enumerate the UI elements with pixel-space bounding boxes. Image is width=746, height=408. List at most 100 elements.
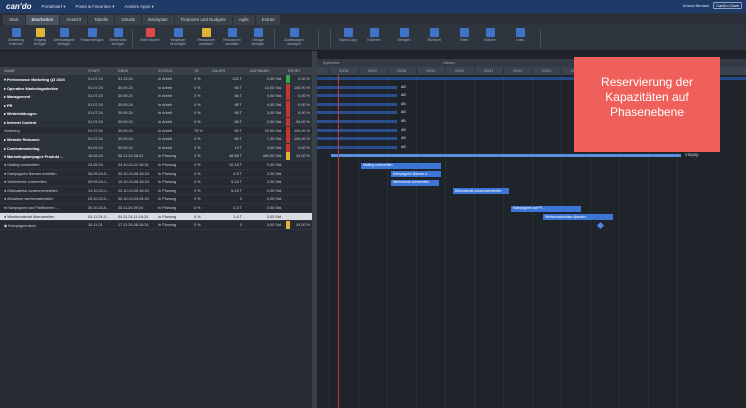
table-row[interactable]: ● Abnahme werbematerialien 29.10.24-2... 3… <box>0 195 312 204</box>
tab-start[interactable]: Start <box>3 15 25 25</box>
toolbar-button-3[interactable]: Phase einfügen <box>80 28 104 43</box>
toolbar-button-7[interactable]: Ressourcen zuweisen <box>194 28 218 46</box>
tab-bearbeiten[interactable]: Bearbeiten <box>25 15 60 25</box>
table-row[interactable]: ▸ Internet Content 01.07.24 30.09.24 In Arb… <box>0 118 312 127</box>
cell-name: ▸ Operative Marketingarbeiten <box>4 86 59 91</box>
summary-bar[interactable] <box>317 145 397 149</box>
toolbar-button-0[interactable]: Gliederung entfernen <box>4 28 28 46</box>
toolbar-button-1[interactable]: Vorgang einfügen <box>28 28 52 46</box>
cell-name: ▸ Weiterbildungen <box>4 112 37 117</box>
toolbar-button-13[interactable]: Einfügen <box>392 28 416 43</box>
toolbar-button-10[interactable]: Zuweisungen anzeigen <box>282 28 306 46</box>
table-row[interactable]: ● Werbematerial überarbeiten 04.11.24-0..… <box>0 212 312 222</box>
table-row[interactable]: ▾ Marketingkampagne Produkt ... 16.08.24 0… <box>0 152 312 161</box>
cell-status: In Planung <box>158 180 177 185</box>
summary-bar[interactable] <box>317 111 397 115</box>
toolbar-button-6[interactable]: Vorgänger hinzufügen <box>166 28 190 46</box>
table-row[interactable]: ● Bildmaterial zusammenstellen 14.10.24-1… <box>0 187 312 196</box>
summary-bar[interactable] <box>317 137 397 141</box>
cell-status: In Arbeit <box>158 120 172 124</box>
tab-details[interactable]: Details <box>115 15 142 25</box>
column-header-aufwand[interactable]: AUFWAND <box>250 69 269 73</box>
task-bar[interactable]: Werbematerialien überarb... <box>543 214 613 221</box>
user-name[interactable]: Ariana Bentani <box>683 3 709 8</box>
task-bar[interactable]: Werbetexte vorbereiten <box>391 179 439 186</box>
cell-effort: 0,00 Std. <box>266 206 282 210</box>
bar-label-ab: AB <box>401 93 406 98</box>
column-header-reset[interactable]: RESET <box>288 69 301 73</box>
cell-te: 0 % <box>194 163 201 167</box>
cell-dur: 4-5 T <box>233 171 242 176</box>
toolbar-button-17[interactable]: Links <box>508 28 532 43</box>
table-row[interactable]: ▸ Website Relaunch 01.07.24 30.09.24 In Arb… <box>0 135 312 144</box>
cell-dur: 66 T <box>234 111 242 116</box>
table-row[interactable]: Nurturing 01.07.24 30.09.24 In Arbeit 75 % 66… <box>0 126 312 136</box>
toolbar-button-8[interactable]: Ressourcen verwalten <box>220 28 244 46</box>
table-row[interactable]: ▸ Weiterbildungen 01.07.24 30.09.24 In Arbe… <box>0 109 312 118</box>
cell-start: 01.07.24 <box>88 137 103 142</box>
cell-effort: 0,00 Std. <box>266 188 282 193</box>
toolbar-button-16[interactable]: Notizen <box>478 28 502 43</box>
nav-portalstart[interactable]: Portalstart ▾ <box>41 4 65 10</box>
table-row[interactable]: ● Kampagnen auf Plattformen ... 30.10.24-… <box>0 204 312 213</box>
table-row[interactable]: ● Werbetexte vorbereiten 09.09.24-1... 19.… <box>0 178 312 187</box>
toolbar-button-12[interactable]: Kopieren <box>362 28 386 43</box>
column-header-name[interactable]: NAME <box>4 69 15 73</box>
table-row[interactable]: ▸ Contentmarketing 04.09.24 30.09.24 In Arb… <box>0 143 312 153</box>
cell-effort: 0,00 Std. <box>266 197 282 202</box>
tab-extras[interactable]: Extras <box>255 15 281 25</box>
toolbar-button-5[interactable]: Zeile löschen <box>138 28 162 43</box>
month-label: Oktober <box>443 61 456 65</box>
cell-pct: 24,00 % <box>296 154 310 159</box>
table-row[interactable]: ▸ PR 01.07.24 30.09.24 In Arbeit 0 % 66 T 4,00… <box>0 100 312 110</box>
column-header-dauer[interactable]: DAUER <box>212 69 225 73</box>
summary-bar[interactable] <box>317 102 397 106</box>
gantt-gridline <box>503 67 504 408</box>
toolbar-button-11[interactable]: Super-Copy <box>336 28 360 43</box>
tab-agile[interactable]: Agile <box>232 15 255 25</box>
task-bar[interactable]: Kampagnen Banner e... <box>391 171 441 178</box>
cell-end: 30.09.24 <box>118 85 133 90</box>
summary-bar[interactable] <box>317 85 397 89</box>
cell-te: 0 % <box>194 111 201 116</box>
column-header-start[interactable]: START <box>88 69 100 73</box>
task-bar[interactable]: Kampagnen auf Pl... <box>511 205 581 212</box>
table-row[interactable]: ● Kampagnen Banner erstellen 06.09.24-0..… <box>0 170 312 179</box>
table-row[interactable]: ▸ Operative Marketingarbeiten 01.07.24 30.… <box>0 83 312 93</box>
toolbar-button-4[interactable]: Meilenstein einfügen <box>106 28 130 46</box>
cell-end: 30.09.24 <box>118 137 133 142</box>
toolbar-button-14[interactable]: Stichwort <box>422 28 446 43</box>
tab-finanzen-und-budgets[interactable]: Finanzen und Budgets <box>174 15 232 25</box>
task-bar[interactable]: Bildmaterial zusammenstellen <box>453 188 509 195</box>
column-header-status[interactable]: STATUS <box>158 69 172 73</box>
toolbar-button-2[interactable]: Unterkategorie einfügen <box>52 28 76 46</box>
bar-label-ab: AB <box>401 127 406 132</box>
nav-posts[interactable]: Posts & Favoriten ▾ <box>76 4 115 10</box>
column-header-ende[interactable]: ENDE <box>118 69 129 73</box>
tab-ansicht[interactable]: Ansicht <box>60 15 88 25</box>
toolbar-label: Links <box>516 38 524 42</box>
milestone-diamond[interactable] <box>596 222 605 230</box>
toolbar-separator <box>132 29 133 47</box>
nav-other-apps[interactable]: Andere Apps ▾ <box>125 4 154 10</box>
table-row[interactable]: ◆ Kampagnenstart 15.11.24 17.11.24-08:16:2… <box>0 221 312 230</box>
campaign-summary-bar[interactable] <box>331 154 681 157</box>
toolbar-label: Kopieren <box>367 38 381 42</box>
cell-dur: 10-15 T <box>228 163 242 167</box>
column-header-te[interactable]: TE <box>194 69 199 73</box>
table-row[interactable]: ▸ Management 01.07.24 30.09.24 In Arbeit 0 %… <box>0 92 312 101</box>
cell-te: 0 % <box>194 223 201 228</box>
summary-bar[interactable] <box>317 94 397 98</box>
app-logo[interactable]: can'do <box>6 2 31 11</box>
summary-bar[interactable] <box>317 120 397 123</box>
toolbar-button-15[interactable]: Teilen <box>452 28 476 43</box>
table-row[interactable]: ● Mailing vorbereiten 23.09.24 04.10.24-11… <box>0 161 312 170</box>
tab-tabelle[interactable]: Tabelle <box>88 15 115 25</box>
toolbar-label: Zeile löschen <box>140 38 160 42</box>
summary-bar[interactable] <box>317 128 397 132</box>
tab-basisplan[interactable]: Basisplan <box>142 15 174 25</box>
toolbar-button-9[interactable]: Vorlage einfügen <box>246 28 270 46</box>
table-row[interactable]: ▾ Performance Marketing Q3 2024 01.07.24 3… <box>0 75 312 84</box>
task-bar[interactable]: Mailing vorbereiten <box>361 162 441 169</box>
account-button[interactable]: CanDo Clark <box>713 2 742 9</box>
